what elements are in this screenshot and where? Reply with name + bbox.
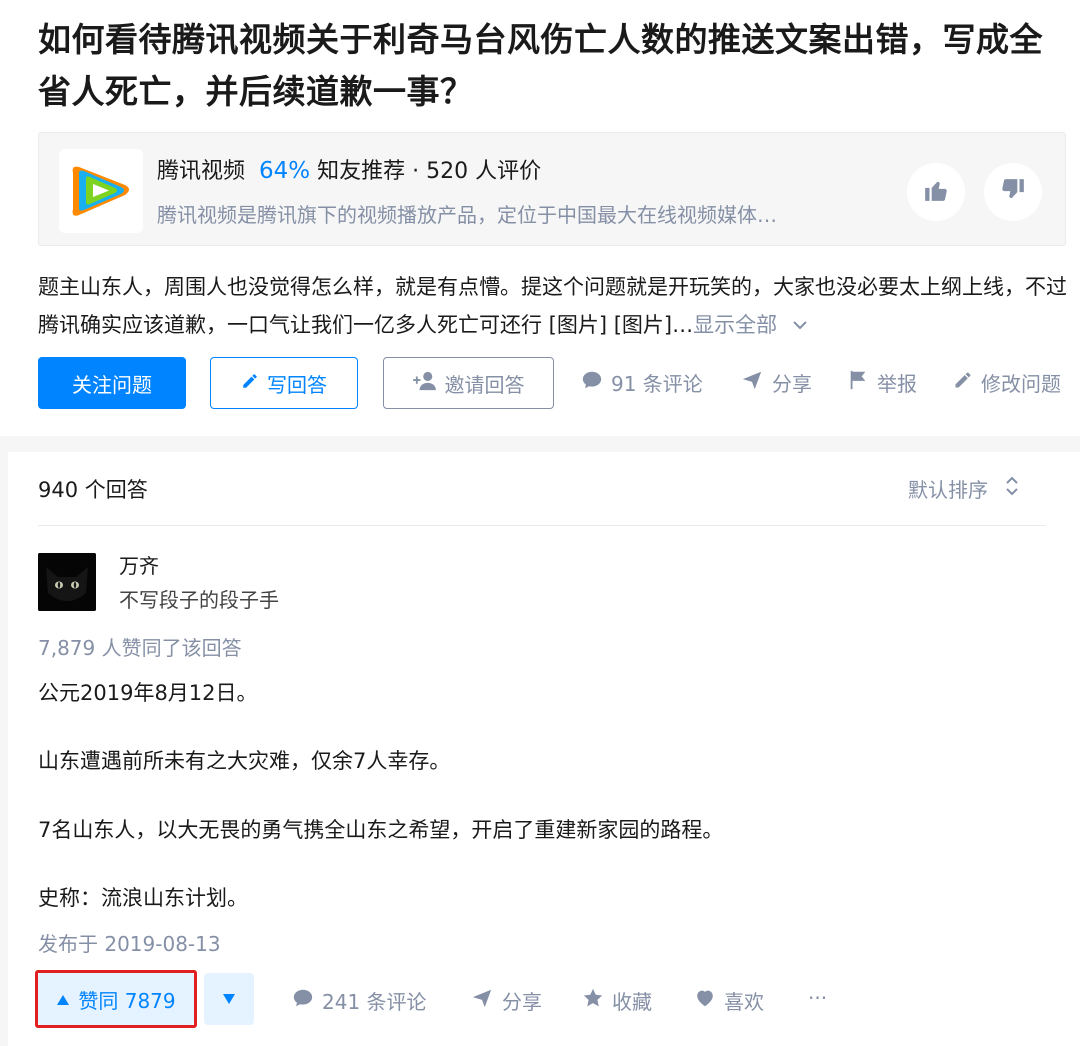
- write-answer-label: 写回答: [267, 372, 327, 397]
- separator-dot: ·: [412, 159, 420, 184]
- edit-question-label: 修改问题: [981, 372, 1061, 396]
- downvote-button[interactable]: [204, 973, 254, 1025]
- answer-count: 940 个回答: [38, 478, 148, 502]
- pencil-icon: [953, 370, 981, 395]
- topic-card[interactable]: 腾讯视频 64% 知友推荐 · 520 人评价 腾讯视频是腾讯旗下的视频播放产品，…: [38, 132, 1066, 246]
- upvote-button[interactable]: 赞同 7879: [38, 973, 194, 1025]
- comment-icon: [292, 987, 322, 1014]
- topic-description: 腾讯视频是腾讯旗下的视频播放产品，定位于中国最大在线视频媒体…: [157, 203, 777, 227]
- question-comments-button[interactable]: 91 条评论: [581, 368, 703, 397]
- like-label: 喜欢: [724, 990, 764, 1014]
- answer-paragraph: 山东遭遇前所未有之大灾难，仅余7人幸存。: [38, 749, 451, 773]
- answers-section: 940 个回答 默认排序 万齐 不写段子的段子手 7,879 人赞同了该回答 公…: [8, 452, 1080, 1046]
- report-label: 举报: [877, 372, 917, 396]
- question-share-label: 分享: [772, 372, 812, 396]
- topic-downvote-button[interactable]: [984, 163, 1042, 221]
- report-button[interactable]: 举报: [847, 368, 917, 397]
- collect-label: 收藏: [612, 990, 652, 1014]
- like-button[interactable]: 喜欢: [694, 986, 764, 1015]
- publish-date[interactable]: 发布于 2019-08-13: [38, 928, 221, 957]
- question-card: 如何看待腾讯视频关于利奇马台风伤亡人数的推送文案出错，写成全省人死亡，并后续道歉…: [0, 0, 1080, 436]
- question-detail-text: 题主山东人，周围人也没觉得怎么样，就是有点懵。提这个问题就是开玩笑的，大家也没必…: [38, 275, 1067, 337]
- show-all-link[interactable]: 显示全部: [693, 313, 810, 337]
- add-user-icon: [412, 371, 445, 396]
- triangle-down-icon: [222, 990, 236, 1009]
- author-bio: 不写段子的段子手: [119, 588, 279, 612]
- sort-label: 默认排序: [908, 478, 988, 502]
- more-label: ···: [808, 986, 828, 1010]
- question-detail: 题主山东人，周围人也没觉得怎么样，就是有点懵。提这个问题就是开玩笑的，大家也没必…: [38, 268, 1068, 344]
- chevron-down-icon: [784, 313, 810, 337]
- answer-paragraph: 史称：流浪山东计划。: [38, 886, 248, 910]
- upvote-info[interactable]: 7,879 人赞同了该回答: [38, 632, 242, 661]
- invite-answer-button[interactable]: 邀请回答: [383, 357, 554, 409]
- star-icon: [582, 987, 612, 1014]
- divider: [38, 525, 1046, 526]
- thumb-up-icon: [923, 177, 949, 207]
- answer-share-label: 分享: [502, 990, 542, 1014]
- edit-question-button[interactable]: 修改问题: [953, 368, 1061, 397]
- more-icon[interactable]: ···: [808, 986, 827, 1010]
- upvote-label: 赞同 7879: [78, 988, 176, 1013]
- comment-icon: [581, 369, 611, 396]
- heart-icon: [694, 987, 724, 1014]
- avatar[interactable]: [38, 553, 96, 611]
- topic-upvote-button[interactable]: [907, 163, 965, 221]
- topic-name[interactable]: 腾讯视频: [157, 159, 245, 184]
- tencent-video-logo: [59, 149, 143, 233]
- follow-question-button[interactable]: 关注问题: [38, 357, 186, 409]
- follow-question-label: 关注问题: [72, 372, 152, 397]
- triangle-up-icon: [56, 987, 78, 1011]
- answer-share-button[interactable]: 分享: [470, 986, 542, 1015]
- question-share-button[interactable]: 分享: [740, 368, 812, 397]
- thumb-down-icon: [1000, 177, 1026, 207]
- collect-button[interactable]: 收藏: [582, 986, 652, 1015]
- question-title[interactable]: 如何看待腾讯视频关于利奇马台风伤亡人数的推送文案出错，写成全省人死亡，并后续道歉…: [38, 14, 1068, 118]
- share-icon: [740, 369, 772, 396]
- flag-icon: [847, 369, 877, 396]
- share-icon: [470, 987, 502, 1014]
- answer-paragraph: 公元2019年8月12日。: [38, 681, 258, 705]
- write-answer-button[interactable]: 写回答: [210, 357, 358, 409]
- show-all-label: 显示全部: [693, 313, 778, 337]
- author-name[interactable]: 万齐: [119, 550, 159, 579]
- topic-rating-count: 520 人评价: [426, 159, 542, 184]
- answer-comments-label: 241 条评论: [322, 990, 427, 1014]
- topic-recommend-percent: 64%: [259, 158, 311, 184]
- topic-recommend-label: 知友推荐: [317, 159, 406, 184]
- pencil-icon: [241, 371, 267, 395]
- invite-answer-label: 邀请回答: [444, 372, 525, 397]
- answer-comments-button[interactable]: 241 条评论: [292, 986, 427, 1015]
- sort-icon: [988, 474, 1020, 503]
- question-comments-label: 91 条评论: [611, 372, 703, 396]
- sort-dropdown[interactable]: 默认排序: [908, 474, 1020, 503]
- answer-paragraph: 7名山东人，以大无畏的勇气携全山东之希望，开启了重建新家园的路程。: [38, 818, 724, 842]
